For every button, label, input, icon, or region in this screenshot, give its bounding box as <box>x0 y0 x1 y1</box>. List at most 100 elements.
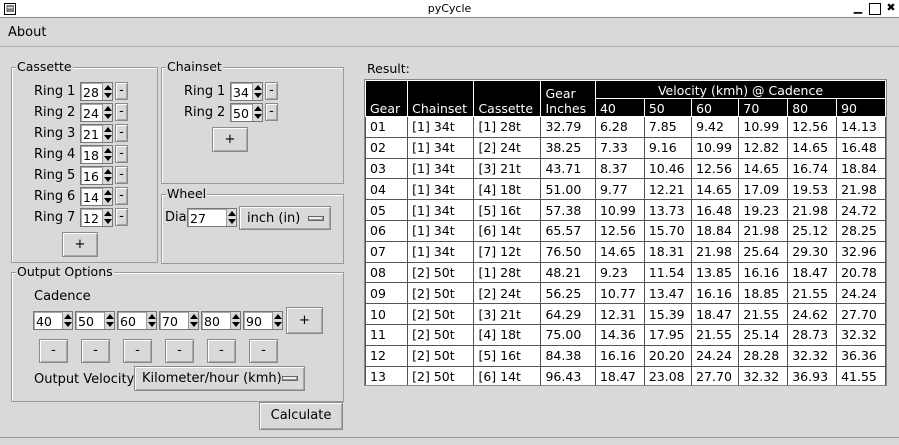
remove-cassette-ring-6-button[interactable]: - <box>115 187 128 205</box>
spin-arrows-icon[interactable] <box>102 83 112 100</box>
calculate-button[interactable]: Calculate <box>259 402 343 430</box>
table-cell: 03 <box>365 157 409 180</box>
chainset-ring-label: Ring <box>184 105 214 120</box>
table-cell: 28.28 <box>738 344 789 367</box>
spin-arrows-icon[interactable] <box>102 188 112 205</box>
table-cell: [1] 34t <box>407 136 475 159</box>
spin-arrows-icon[interactable] <box>188 312 198 329</box>
add-chainset-ring-button[interactable]: + <box>212 127 248 152</box>
cassette-ring-6-input[interactable]: 14 <box>80 187 113 206</box>
cadence-1-input[interactable]: 40 <box>33 311 73 330</box>
spin-arrows-icon[interactable] <box>104 312 114 329</box>
cadence-5-input-value: 80 <box>204 314 220 329</box>
cassette-ring-label: Ring <box>34 126 64 141</box>
table-cell: [3] 21t <box>473 157 542 180</box>
close-icon[interactable]: ✖ <box>885 2 897 15</box>
add-cassette-ring-button[interactable]: + <box>62 232 98 257</box>
table-cell: 23.08 <box>643 365 693 385</box>
spin-arrows-icon[interactable] <box>102 104 112 121</box>
remove-cassette-ring-1-button[interactable]: - <box>115 82 128 100</box>
table-cell: 9.77 <box>594 178 645 201</box>
table-cell: 18.47 <box>594 365 645 385</box>
cassette-ring-4-input[interactable]: 18 <box>80 145 113 164</box>
remove-cassette-ring-3-button[interactable]: - <box>115 124 128 142</box>
chainset-ring-1-input[interactable]: 34 <box>230 82 263 101</box>
remove-cadence-1-button[interactable]: - <box>39 339 68 363</box>
maximize-icon[interactable] <box>869 3 881 15</box>
table-cell: 6.28 <box>594 116 645 138</box>
remove-cadence-4-button[interactable]: - <box>165 339 194 363</box>
spin-arrows-icon[interactable] <box>62 312 72 329</box>
table-cell: 16.16 <box>691 282 740 305</box>
spin-arrows-icon[interactable] <box>252 83 262 100</box>
header-cadence-90: 90 <box>836 98 886 117</box>
menu-about[interactable]: About <box>8 25 46 40</box>
table-row: 10 [2] 50t [3] 21t 64.29 12.31 15.39 18.47 21.5… <box>365 303 886 325</box>
cadence-3-input[interactable]: 60 <box>117 311 157 330</box>
table-cell: 28.25 <box>836 219 886 242</box>
table-row: 13 [2] 50t [6] 14t 96.43 18.47 23.08 27.70 32.3… <box>365 365 886 385</box>
spin-arrows-icon[interactable] <box>252 104 262 121</box>
cassette-ring-2-input[interactable]: 24 <box>80 103 113 122</box>
table-cell: [7] 12t <box>473 240 542 263</box>
remove-cadence-2-button[interactable]: - <box>81 339 110 363</box>
remove-cadence-3-button[interactable]: - <box>123 339 152 363</box>
dropdown-indicator-icon <box>308 216 324 221</box>
cassette-ring-5-input[interactable]: 16 <box>80 166 113 185</box>
remove-chainset-ring-2-button[interactable]: - <box>265 103 278 121</box>
table-cell: 27.70 <box>691 365 740 385</box>
spin-arrows-icon[interactable] <box>272 312 282 329</box>
remove-cadence-6-button[interactable]: - <box>249 339 278 363</box>
remove-chainset-ring-1-button[interactable]: - <box>265 82 278 100</box>
spin-arrows-icon[interactable] <box>146 312 156 329</box>
dia-input[interactable]: 27 <box>187 208 237 227</box>
header-gear-inches: Gear Inches <box>540 80 596 117</box>
table-cell: 9.42 <box>691 116 740 138</box>
spin-arrows-icon[interactable] <box>102 125 112 142</box>
table-cell: 01 <box>365 116 409 138</box>
cassette-ring-1-input[interactable]: 28 <box>80 82 113 101</box>
remove-cassette-ring-5-button[interactable]: - <box>115 166 128 184</box>
wheel-title: Wheel <box>166 186 208 201</box>
table-row: 12 [2] 50t [5] 16t 84.38 16.16 20.20 24.24 28.2… <box>365 344 886 367</box>
dia-spin-arrows[interactable] <box>226 209 236 226</box>
cassette-group: Cassette Ring 1 28- Ring 2 24- Ring 3 21- Ring 4 18… <box>11 60 158 263</box>
spin-arrows-icon[interactable] <box>102 167 112 184</box>
spin-arrows-icon[interactable] <box>102 209 112 226</box>
chainset-ring-2-input[interactable]: 50 <box>230 103 263 122</box>
remove-cassette-ring-4-button[interactable]: - <box>115 145 128 163</box>
spin-arrows-icon[interactable] <box>230 312 240 329</box>
remove-cassette-ring-2-button[interactable]: - <box>115 103 128 121</box>
table-cell: 21.55 <box>738 303 789 325</box>
table-cell: [1] 34t <box>407 240 475 263</box>
table-cell: [6] 14t <box>473 365 542 385</box>
table-cell: 32.79 <box>540 116 596 138</box>
add-cadence-button[interactable]: + <box>286 307 323 334</box>
status-bar <box>0 437 899 445</box>
output-velocity-dropdown[interactable]: Kilometer/hour (kmh) <box>134 366 305 391</box>
cadence-2-input[interactable]: 50 <box>75 311 115 330</box>
table-cell: 96.43 <box>540 365 596 385</box>
spin-arrows-icon[interactable] <box>102 146 112 163</box>
table-cell: 11.54 <box>643 261 693 284</box>
table-row: 06 [1] 34t [6] 14t 65.57 12.56 15.70 18.84 21.9… <box>365 219 886 242</box>
cadence-4-input[interactable]: 70 <box>159 311 199 330</box>
remove-cassette-ring-7-button[interactable]: - <box>115 208 128 226</box>
cadence-5-input[interactable]: 80 <box>201 311 241 330</box>
cassette-ring-7-input[interactable]: 12 <box>80 208 113 227</box>
table-cell: 16.16 <box>738 261 789 284</box>
table-cell: 12.56 <box>691 157 740 180</box>
table-cell: [1] 34t <box>407 157 475 180</box>
table-cell: 13.85 <box>691 261 740 284</box>
cassette-ring-3-input-value: 21 <box>83 127 99 142</box>
result-table-container: Gear Chainset Cassette Gear Inches Veloc… <box>364 79 887 386</box>
wheel-unit-dropdown[interactable]: inch (in) <box>239 206 331 230</box>
table-cell: 17.09 <box>738 178 789 201</box>
table-cell: [2] 24t <box>473 282 542 305</box>
cassette-ring-3-input[interactable]: 21 <box>80 124 113 143</box>
minimize-icon[interactable]: ▁ <box>852 2 864 15</box>
remove-cadence-5-button[interactable]: - <box>207 339 236 363</box>
chainset-group: Chainset Ring 1 34 - Ring 2 50 - + <box>161 60 344 184</box>
result-table: Gear Chainset Cassette Gear Inches Veloc… <box>365 80 886 385</box>
cadence-6-input[interactable]: 90 <box>243 311 283 330</box>
